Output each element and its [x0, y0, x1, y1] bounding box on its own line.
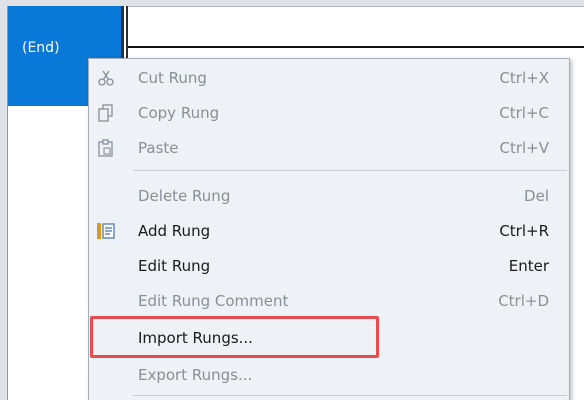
menu-item-paste[interactable]: Paste Ctrl+V	[89, 131, 569, 165]
menu-item-shortcut: Ctrl+D	[498, 292, 549, 310]
scissors-icon	[95, 68, 117, 88]
editor-top-line	[128, 6, 584, 7]
menu-item-shortcut: Ctrl+X	[499, 69, 549, 87]
menu-item-edit-rung[interactable]: Edit Rung Enter	[89, 249, 569, 283]
editor-left-border	[0, 0, 7, 400]
menu-item-label: Edit Rung Comment	[138, 292, 289, 310]
paste-icon	[95, 138, 117, 158]
menu-item-edit-rung-comment[interactable]: Edit Rung Comment Ctrl+D	[89, 284, 569, 318]
rung-wire	[128, 46, 584, 48]
menu-item-add-rung[interactable]: Add Rung Ctrl+R	[89, 214, 569, 248]
menu-item-export-rungs[interactable]: Export Rungs...	[89, 358, 569, 392]
menu-separator	[133, 170, 567, 171]
menu-separator	[133, 395, 567, 396]
import-rungs-highlight	[90, 316, 379, 358]
menu-item-shortcut: Ctrl+C	[499, 104, 549, 122]
menu-item-copy-rung[interactable]: Copy Rung Ctrl+C	[89, 96, 569, 130]
menu-item-label: Delete Rung	[138, 187, 231, 205]
end-rung-label: (End)	[22, 40, 60, 56]
add-rung-icon	[95, 221, 117, 241]
menu-item-label: Edit Rung	[138, 257, 211, 275]
copy-icon	[95, 103, 117, 123]
menu-item-label: Export Rungs...	[138, 366, 253, 384]
menu-item-label: Paste	[138, 139, 179, 157]
menu-item-label: Add Rung	[138, 222, 211, 240]
menu-item-label: Copy Rung	[138, 104, 220, 122]
menu-item-cut-rung[interactable]: Cut Rung Ctrl+X	[89, 61, 569, 95]
menu-item-delete-rung[interactable]: Delete Rung Del	[89, 179, 569, 213]
menu-item-label: Cut Rung	[138, 69, 207, 87]
menu-item-shortcut: Del	[524, 187, 549, 205]
menu-item-shortcut: Ctrl+R	[499, 222, 549, 240]
menu-item-shortcut: Ctrl+V	[499, 139, 549, 157]
menu-item-shortcut: Enter	[508, 257, 549, 275]
